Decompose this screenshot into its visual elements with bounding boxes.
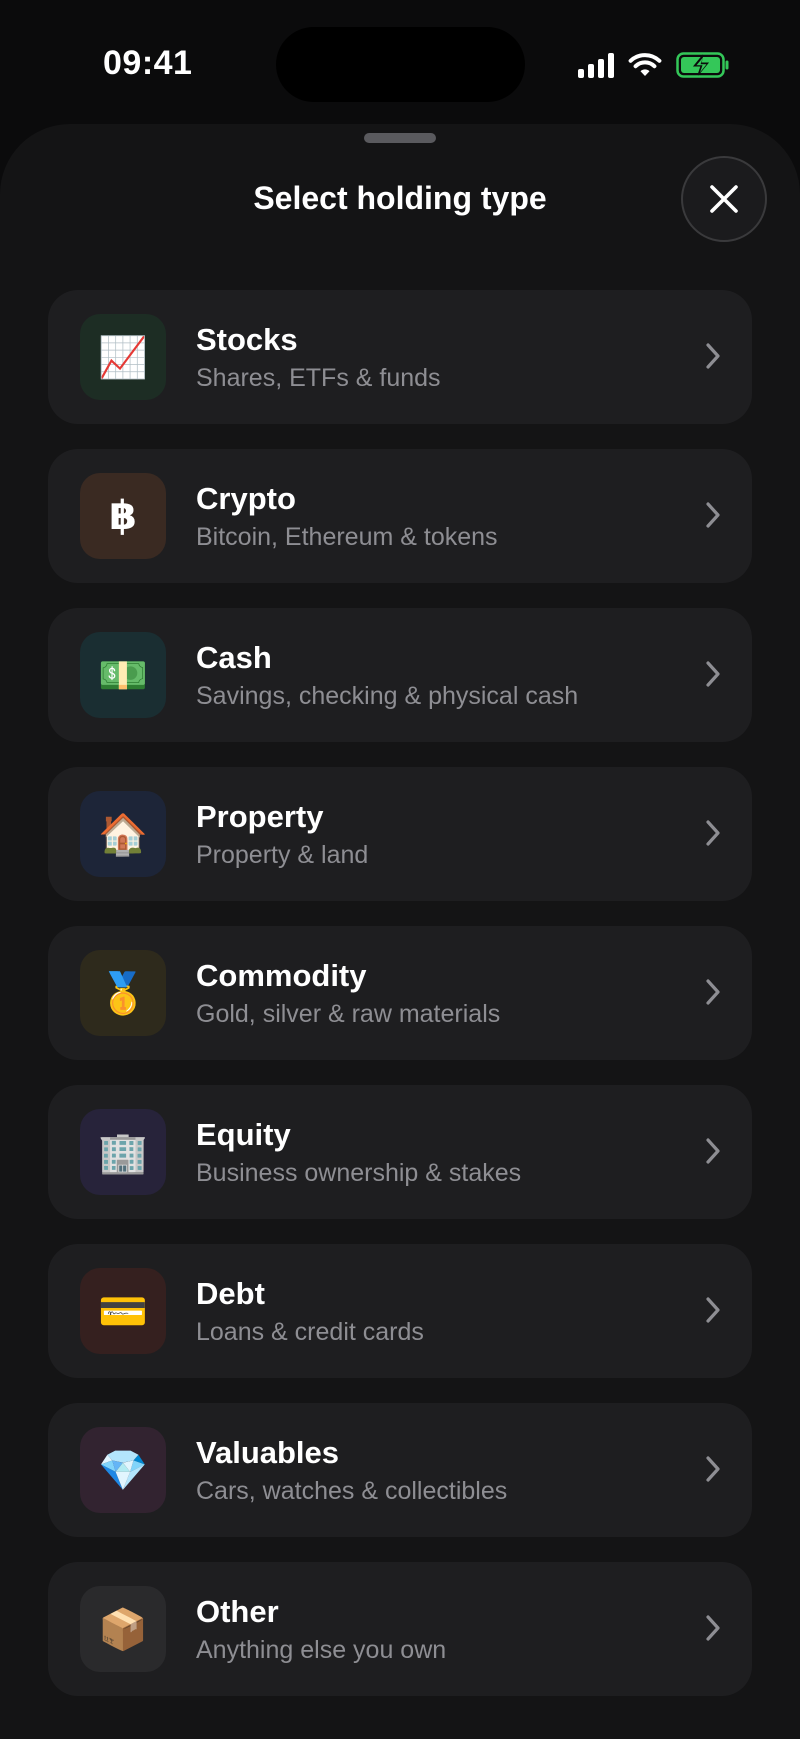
- chevron-right-icon: [706, 820, 720, 846]
- cellular-signal-icon: [578, 52, 614, 78]
- battery-charging-icon: [676, 52, 730, 78]
- chevron-right-icon: [706, 1615, 720, 1641]
- holding-item-debt[interactable]: 💳 Debt Loans & credit cards: [48, 1244, 752, 1378]
- sheet-grabber[interactable]: [364, 133, 436, 143]
- bottom-sheet: Select holding type 📈 Stocks Shares, ETF…: [0, 124, 800, 1739]
- screen: 09:41 Select holding type 📈 Stocks Share…: [0, 0, 800, 1739]
- holding-item-stocks[interactable]: 📈 Stocks Shares, ETFs & funds: [48, 290, 752, 424]
- wifi-icon: [628, 52, 662, 78]
- item-title: Equity: [196, 1117, 291, 1152]
- item-subtitle: Loans & credit cards: [196, 1318, 424, 1346]
- sheet-title: Select holding type: [253, 180, 547, 216]
- holding-item-crypto[interactable]: ฿ Crypto Bitcoin, Ethereum & tokens: [48, 449, 752, 583]
- item-title: Commodity: [196, 958, 367, 993]
- gem-icon: 💎: [80, 1427, 166, 1513]
- item-subtitle: Business ownership & stakes: [196, 1159, 522, 1187]
- holding-item-property[interactable]: 🏠 Property Property & land: [48, 767, 752, 901]
- status-bar: 09:41: [0, 0, 800, 120]
- holding-type-list: 📈 Stocks Shares, ETFs & funds ฿ Crypto B…: [48, 290, 752, 1721]
- package-icon: 📦: [80, 1586, 166, 1672]
- chevron-right-icon: [706, 502, 720, 528]
- item-subtitle: Cars, watches & collectibles: [196, 1477, 508, 1505]
- dynamic-island: [276, 27, 525, 102]
- item-title: Crypto: [196, 481, 296, 516]
- gold-medal-icon: 🥇: [80, 950, 166, 1036]
- chevron-right-icon: [706, 1456, 720, 1482]
- item-subtitle: Bitcoin, Ethereum & tokens: [196, 523, 498, 551]
- chevron-right-icon: [706, 343, 720, 369]
- chevron-right-icon: [706, 979, 720, 1005]
- chart-increasing-icon: 📈: [80, 314, 166, 400]
- item-subtitle: Shares, ETFs & funds: [196, 364, 441, 392]
- item-title: Property: [196, 799, 324, 834]
- status-icons: [578, 50, 730, 80]
- item-title: Other: [196, 1594, 279, 1629]
- holding-item-valuables[interactable]: 💎 Valuables Cars, watches & collectibles: [48, 1403, 752, 1537]
- item-subtitle: Gold, silver & raw materials: [196, 1000, 501, 1028]
- close-button[interactable]: [681, 156, 767, 242]
- holding-item-other[interactable]: 📦 Other Anything else you own: [48, 1562, 752, 1696]
- chevron-right-icon: [706, 661, 720, 687]
- credit-card-icon: 💳: [80, 1268, 166, 1354]
- holding-item-commodity[interactable]: 🥇 Commodity Gold, silver & raw materials: [48, 926, 752, 1060]
- holding-item-cash[interactable]: 💵 Cash Savings, checking & physical cash: [48, 608, 752, 742]
- bitcoin-icon: ฿: [80, 473, 166, 559]
- item-subtitle: Property & land: [196, 841, 369, 869]
- item-title: Debt: [196, 1276, 265, 1311]
- chevron-right-icon: [706, 1297, 720, 1323]
- office-building-icon: 🏢: [80, 1109, 166, 1195]
- item-title: Stocks: [196, 322, 298, 357]
- item-title: Cash: [196, 640, 272, 675]
- item-subtitle: Anything else you own: [196, 1636, 447, 1664]
- house-icon: 🏠: [80, 791, 166, 877]
- item-subtitle: Savings, checking & physical cash: [196, 682, 579, 710]
- holding-item-equity[interactable]: 🏢 Equity Business ownership & stakes: [48, 1085, 752, 1219]
- chevron-right-icon: [706, 1138, 720, 1164]
- banknote-icon: 💵: [80, 632, 166, 718]
- close-icon: [710, 185, 738, 213]
- item-title: Valuables: [196, 1435, 340, 1470]
- status-time: 09:41: [103, 44, 193, 82]
